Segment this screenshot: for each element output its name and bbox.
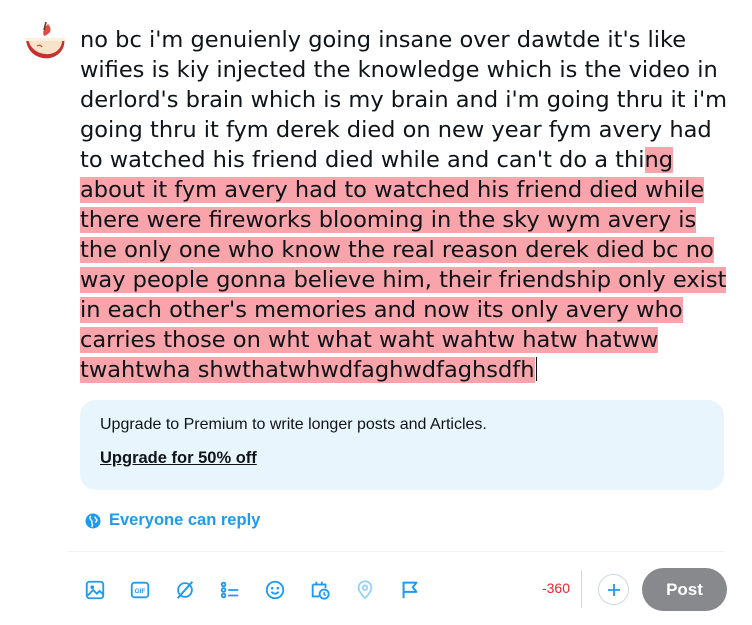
grok-icon	[176, 581, 194, 599]
location-button[interactable]	[348, 573, 382, 607]
grok-button[interactable]	[168, 573, 202, 607]
divider	[68, 551, 724, 552]
upsell-message: Upgrade to Premium to write longer posts…	[100, 416, 487, 433]
image-icon	[85, 580, 105, 600]
poll-icon	[220, 581, 239, 599]
apple-slice-avatar-icon	[24, 21, 66, 59]
post-composer: no bc i'm genuienly going insane over da…	[0, 0, 752, 625]
composer-toolbar: GIF	[78, 573, 438, 607]
post-text-input[interactable]: no bc i'm genuienly going insane over da…	[80, 25, 730, 385]
post-button[interactable]: Post	[642, 568, 727, 611]
location-icon	[357, 580, 373, 600]
poll-button[interactable]	[213, 573, 247, 607]
flag-button[interactable]	[393, 573, 427, 607]
add-post-button[interactable]	[598, 574, 629, 605]
schedule-button[interactable]	[303, 573, 337, 607]
premium-upsell-banner: Upgrade to Premium to write longer posts…	[80, 400, 724, 490]
vertical-divider	[581, 570, 582, 608]
post-text-within-limit: no bc i'm genuienly going insane over da…	[80, 27, 728, 173]
character-counter: -360	[541, 580, 570, 596]
emoji-icon	[265, 580, 285, 600]
upgrade-link[interactable]: Upgrade for 50% off	[100, 449, 257, 468]
flag-icon	[402, 581, 418, 599]
text-caret	[535, 357, 537, 381]
svg-text:GIF: GIF	[135, 588, 146, 595]
gif-icon: GIF	[130, 581, 150, 599]
avatar[interactable]	[20, 14, 68, 62]
emoji-button[interactable]	[258, 573, 292, 607]
reply-setting-button[interactable]: Everyone can reply	[84, 511, 260, 530]
gif-button[interactable]: GIF	[123, 573, 157, 607]
plus-icon	[607, 583, 620, 596]
reply-setting-label: Everyone can reply	[109, 511, 261, 529]
schedule-icon	[311, 581, 330, 600]
post-text-over-limit: ng about it fym avery had to watched his…	[80, 147, 727, 383]
media-button[interactable]	[78, 573, 112, 607]
globe-icon	[85, 513, 101, 528]
